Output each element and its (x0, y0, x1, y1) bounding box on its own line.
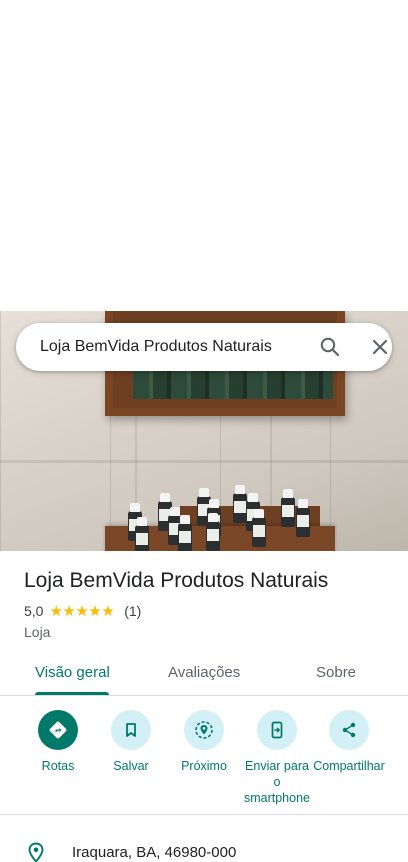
nearby-button[interactable]: Próximo (168, 710, 240, 774)
nearby-icon (184, 710, 224, 750)
place-category: Loja (24, 624, 51, 640)
rating-row[interactable]: 5,0 ★★★★★ (1) (24, 602, 141, 620)
active-tab-indicator (35, 692, 109, 695)
action-bar: Rotas Salvar Próximo Enviar para o smart… (0, 697, 408, 815)
rating-value: 5,0 (24, 603, 44, 619)
nearby-label: Próximo (181, 759, 227, 773)
address-text: Iraquara, BA, 46980-000 (72, 844, 237, 861)
share-label: Compartilhar (313, 759, 385, 773)
location-pin-icon (26, 842, 46, 862)
place-title: Loja BemVida Produtos Naturais (24, 569, 329, 592)
tab-overview[interactable]: Visão geral (35, 664, 110, 681)
share-button[interactable]: Compartilhar (313, 710, 385, 774)
share-icon (329, 710, 369, 750)
directions-icon (38, 710, 78, 750)
address-row[interactable]: Iraquara, BA, 46980-000 (0, 836, 408, 862)
bottle (135, 517, 149, 551)
bottle (206, 513, 220, 551)
review-count[interactable]: (1) (124, 603, 141, 619)
close-icon[interactable] (368, 335, 392, 359)
tab-bar: Visão geral Avaliações Sobre (0, 650, 408, 696)
tile-grout (0, 461, 408, 463)
bottle (233, 485, 247, 523)
bookmark-icon (111, 710, 151, 750)
tab-about[interactable]: Sobre (316, 664, 356, 681)
star-rating: ★★★★★ (49, 603, 115, 620)
directions-label: Rotas (41, 759, 75, 773)
bottle (296, 499, 310, 537)
map-area[interactable] (0, 0, 408, 311)
shelf-products (133, 371, 333, 399)
bottle (252, 509, 266, 547)
search-bar[interactable]: Loja BemVida Produtos Naturais (16, 323, 392, 371)
bottle (178, 515, 192, 551)
send-to-phone-button[interactable]: Enviar para o smartphone (240, 710, 314, 806)
search-icon[interactable] (318, 335, 342, 359)
tab-reviews[interactable]: Avaliações (168, 664, 240, 681)
send-to-phone-label: Enviar para o smartphone (243, 759, 310, 805)
search-query[interactable]: Loja BemVida Produtos Naturais (40, 338, 272, 356)
send-to-phone-icon (257, 710, 297, 750)
directions-button[interactable]: Rotas (22, 710, 94, 774)
save-button[interactable]: Salvar (95, 710, 167, 774)
bottle (281, 489, 295, 527)
save-label: Salvar (113, 759, 149, 773)
